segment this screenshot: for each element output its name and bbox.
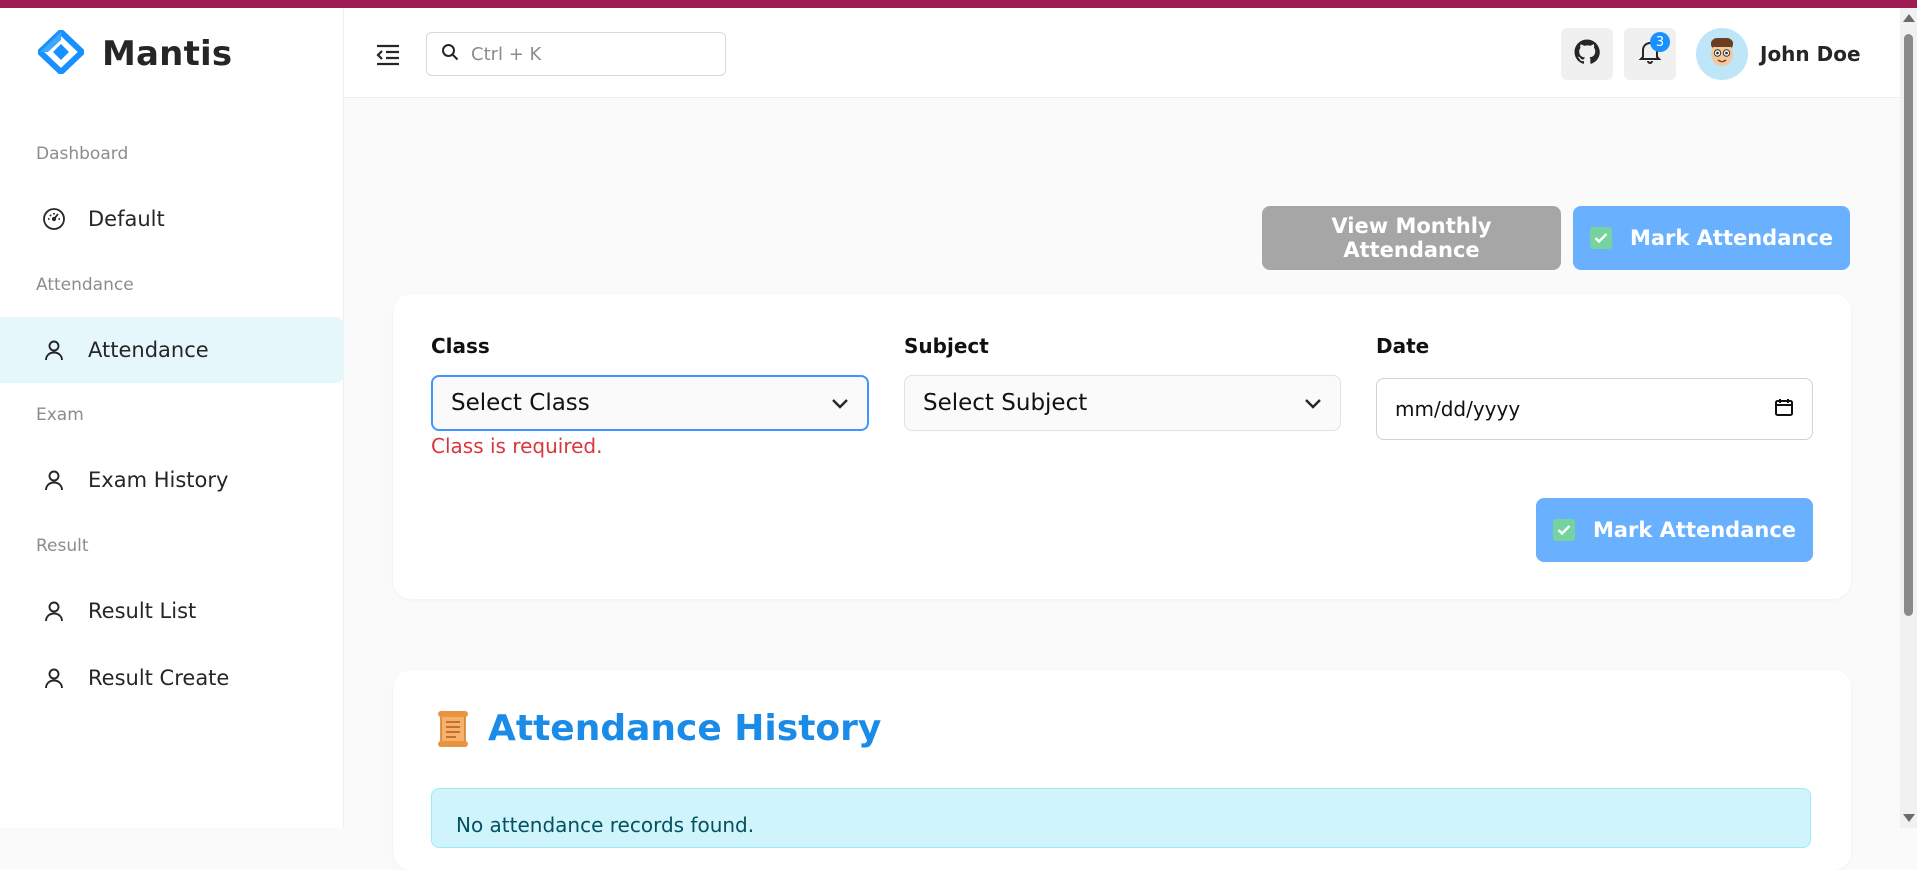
checkbox-checked-icon [1589, 227, 1612, 249]
scroll-thumb[interactable] [1904, 34, 1913, 616]
subject-select-value: Select Subject [923, 390, 1088, 416]
mark-attendance-top-button[interactable]: Mark Attendance [1573, 206, 1850, 270]
mantis-logo-icon [35, 27, 87, 78]
avatar [1696, 28, 1748, 80]
search-box[interactable] [426, 32, 726, 76]
date-input[interactable]: mm/dd/yyyy [1376, 378, 1813, 440]
button-label: Mark Attendance [1592, 518, 1797, 542]
search-input[interactable] [469, 42, 693, 66]
sidebar-item-label: Default [88, 207, 165, 231]
attendance-history-title: Attendance History [488, 708, 882, 749]
empty-state-message: No attendance records found. [456, 813, 755, 837]
sidebar-item-result-create[interactable]: Result Create [0, 645, 344, 711]
sidebar-item-attendance[interactable]: Attendance [0, 317, 344, 383]
date-label: Date [1376, 334, 1430, 358]
checkbox-checked-icon [1552, 519, 1575, 541]
chevron-down-icon [831, 390, 849, 416]
class-label: Class [431, 334, 490, 358]
mark-attendance-submit-button[interactable]: Mark Attendance [1536, 498, 1813, 562]
sidebar-item-default[interactable]: Default [0, 186, 344, 252]
sidebar-item-exam-history[interactable]: Exam History [0, 447, 344, 513]
sidebar-item-result-list[interactable]: Result List [0, 578, 344, 644]
subject-label: Subject [904, 334, 989, 358]
nav-group-exam: Exam [36, 405, 84, 425]
attendance-form-card: Class Select Class Class is required. Su… [393, 294, 1851, 599]
empty-state-alert: No attendance records found. [431, 788, 1811, 848]
sidebar-item-label: Result List [88, 599, 197, 623]
user-icon [42, 599, 66, 623]
sidebar: Mantis Dashboard Default Attendance Atte… [0, 8, 344, 828]
user-name: John Doe [1760, 42, 1861, 66]
sidebar-item-label: Attendance [88, 338, 209, 362]
user-icon [42, 666, 66, 690]
user-icon [42, 338, 66, 362]
view-monthly-attendance-button[interactable]: View Monthly Attendance [1262, 206, 1561, 270]
nav-group-result: Result [36, 536, 89, 556]
class-select[interactable]: Select Class [431, 375, 869, 431]
scroll-up-arrow-icon[interactable] [1903, 14, 1915, 22]
scroll-icon [434, 709, 474, 753]
button-label: View Monthly Attendance [1331, 214, 1492, 262]
class-error-message: Class is required. [431, 434, 603, 458]
class-select-value: Select Class [451, 390, 590, 416]
top-header: 3 John Doe [344, 8, 1900, 98]
menu-collapse-icon[interactable] [374, 43, 402, 67]
nav-group-dashboard: Dashboard [36, 144, 129, 164]
github-icon [1574, 39, 1600, 69]
sidebar-item-label: Result Create [88, 666, 230, 690]
subject-select[interactable]: Select Subject [904, 375, 1341, 431]
brand[interactable]: Mantis [35, 27, 233, 78]
date-input-value: mm/dd/yyyy [1395, 397, 1521, 421]
calendar-icon[interactable] [1774, 397, 1794, 422]
chevron-down-icon [1304, 390, 1322, 416]
search-icon [441, 43, 459, 65]
top-accent-bar [0, 0, 1917, 8]
dashboard-gauge-icon [42, 207, 66, 231]
scroll-down-arrow-icon[interactable] [1903, 814, 1915, 822]
github-button[interactable] [1561, 28, 1613, 80]
notification-badge: 3 [1650, 32, 1670, 52]
user-profile[interactable]: John Doe [1696, 28, 1861, 80]
user-icon [42, 468, 66, 492]
notifications-button[interactable]: 3 [1624, 28, 1676, 80]
page-scrollbar[interactable] [1900, 8, 1917, 828]
button-label: Mark Attendance [1629, 226, 1834, 250]
brand-name: Mantis [102, 34, 233, 74]
sidebar-item-label: Exam History [88, 468, 229, 492]
nav-group-attendance: Attendance [36, 275, 134, 295]
